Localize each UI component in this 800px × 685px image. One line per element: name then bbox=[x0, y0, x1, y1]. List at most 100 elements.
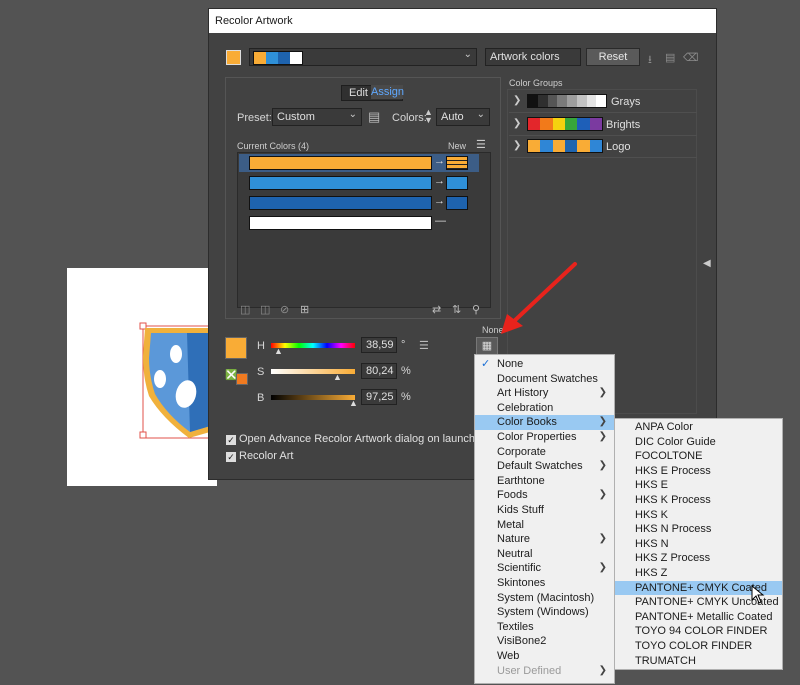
menu-item[interactable]: HKS E Process bbox=[615, 464, 782, 479]
current-color-swatch[interactable] bbox=[249, 156, 432, 170]
menu-item-label: Textiles bbox=[497, 620, 534, 633]
chevron-down-icon: ⌄ bbox=[348, 109, 357, 120]
menu-item[interactable]: TRUMATCH bbox=[615, 654, 782, 669]
color-group-logo[interactable]: ❯ Logo bbox=[509, 136, 697, 158]
shield-artwork[interactable] bbox=[67, 268, 217, 486]
folder-icon[interactable]: ▤ bbox=[665, 51, 675, 64]
menu-item[interactable]: Skintones bbox=[475, 576, 614, 591]
menu-item[interactable]: HKS K Process bbox=[615, 493, 782, 508]
hue-slider[interactable] bbox=[271, 343, 355, 348]
brightness-slider[interactable] bbox=[271, 395, 355, 400]
arrow-right-icon[interactable]: → bbox=[434, 195, 445, 207]
menu-item[interactable]: TOYO COLOR FINDER bbox=[615, 639, 782, 654]
hue-value-field[interactable]: 38,59 bbox=[361, 337, 397, 353]
menu-item[interactable]: Web bbox=[475, 649, 614, 664]
brightness-value-field[interactable]: 97,25 bbox=[361, 389, 397, 405]
find-color-icon[interactable]: ⚲ bbox=[472, 303, 480, 316]
active-color-swatch[interactable] bbox=[226, 50, 241, 65]
menu-item[interactable]: Color Books ❯ bbox=[475, 415, 614, 430]
new-color-swatch[interactable] bbox=[446, 176, 468, 190]
new-row-icon[interactable]: ⊞ bbox=[300, 303, 309, 316]
new-color-swatch[interactable] bbox=[446, 196, 468, 210]
menu-item[interactable]: Earthtone bbox=[475, 474, 614, 489]
randomize-order-icon[interactable]: ⇄ bbox=[432, 303, 441, 316]
color-books-submenu: ANPA Color DIC Color Guide FOCOLTONE HKS E … bbox=[614, 418, 783, 670]
collapse-panel-icon[interactable]: ◀ bbox=[703, 258, 711, 269]
gamut-color-swatch[interactable] bbox=[236, 373, 248, 385]
menu-item[interactable]: ANPA Color bbox=[615, 420, 782, 435]
menu-item[interactable]: Corporate bbox=[475, 445, 614, 460]
saturation-slider-thumb[interactable]: ▲ bbox=[333, 372, 342, 382]
saturation-value-field[interactable]: 80,24 bbox=[361, 363, 397, 379]
no-change-dash-icon[interactable]: — bbox=[435, 215, 446, 227]
menu-item[interactable]: Kids Stuff bbox=[475, 503, 614, 518]
colors-count-dropdown[interactable]: Auto ⌄ bbox=[436, 108, 490, 126]
color-group-brights[interactable]: ❯ Brights bbox=[509, 114, 697, 136]
menu-item[interactable]: DIC Color Guide bbox=[615, 435, 782, 450]
menu-item[interactable]: Scientific ❯ bbox=[475, 561, 614, 576]
preset-options-icon[interactable]: ▤ bbox=[368, 109, 380, 125]
color-group-grays[interactable]: ❯ Grays bbox=[509, 91, 697, 113]
menu-item[interactable]: HKS K bbox=[615, 508, 782, 523]
menu-item[interactable]: Metal bbox=[475, 518, 614, 533]
saturation-slider[interactable] bbox=[271, 369, 355, 374]
menu-item[interactable]: Foods ❯ bbox=[475, 488, 614, 503]
color-group-name-field[interactable]: Artwork colors bbox=[485, 48, 581, 66]
swatch-library-button[interactable]: ▦ bbox=[476, 337, 498, 355]
arrow-right-icon[interactable]: → bbox=[434, 175, 445, 187]
advance-dialog-checkbox[interactable]: ✓ bbox=[226, 435, 236, 445]
current-color-swatch[interactable] bbox=[249, 176, 432, 190]
current-color-swatch[interactable] bbox=[249, 196, 432, 210]
exclude-colors-icon[interactable]: ⊘ bbox=[280, 303, 289, 316]
colors-stepper-icon[interactable]: ▲ ▼ bbox=[424, 108, 433, 125]
separate-colors-icon[interactable]: ◫ bbox=[260, 303, 270, 316]
menu-item[interactable]: HKS E bbox=[615, 478, 782, 493]
menu-item[interactable]: Textiles bbox=[475, 620, 614, 635]
reset-button[interactable]: Reset bbox=[586, 48, 640, 66]
new-color-swatch[interactable] bbox=[446, 156, 468, 170]
menu-item[interactable]: VisiBone2 bbox=[475, 634, 614, 649]
panel-menu-icon[interactable]: ☰ bbox=[476, 138, 486, 151]
menu-item[interactable]: TOYO 94 COLOR FINDER bbox=[615, 624, 782, 639]
merge-colors-icon[interactable]: ◫ bbox=[240, 303, 250, 316]
menu-item[interactable]: HKS Z Process bbox=[615, 551, 782, 566]
menu-item-label: HKS Z Process bbox=[635, 552, 711, 565]
menu-item[interactable]: FOCOLTONE bbox=[615, 449, 782, 464]
menu-item[interactable]: HKS Z bbox=[615, 566, 782, 581]
selected-color-preview[interactable] bbox=[225, 337, 247, 359]
menu-item[interactable]: PANTONE+ Metallic Coated bbox=[615, 610, 782, 625]
menu-item-label: HKS K Process bbox=[635, 494, 711, 506]
menu-item-label: HKS K bbox=[635, 508, 669, 521]
menu-item[interactable]: System (Macintosh) bbox=[475, 591, 614, 606]
menu-item-label: None bbox=[497, 358, 524, 370]
menu-item[interactable]: Nature ❯ bbox=[475, 532, 614, 547]
tab-assign[interactable]: Assign bbox=[371, 85, 404, 99]
menu-item[interactable]: Color Properties ❯ bbox=[475, 430, 614, 445]
harmony-rules-dropdown[interactable]: ⌄ bbox=[249, 48, 477, 66]
recolor-artwork-dialog: Recolor Artwork ⌄ Artwork colors Reset ⭳… bbox=[208, 8, 717, 480]
menu-item[interactable]: HKS N Process bbox=[615, 522, 782, 537]
hsb-menu-icon[interactable]: ☰ bbox=[419, 339, 429, 352]
menu-item-label: Kids Stuff bbox=[497, 504, 544, 516]
menu-item[interactable]: Celebration bbox=[475, 401, 614, 416]
menu-item-label: TRUMATCH bbox=[635, 654, 696, 667]
menu-item[interactable]: Neutral bbox=[475, 547, 614, 562]
menu-item[interactable]: Default Swatches ❯ bbox=[475, 459, 614, 474]
randomize-saturation-icon[interactable]: ⇅ bbox=[452, 303, 461, 316]
trash-icon[interactable]: ⌫ bbox=[683, 51, 699, 64]
arrow-right-icon[interactable]: → bbox=[434, 155, 445, 167]
menu-item[interactable]: System (Windows) bbox=[475, 605, 614, 620]
tab-edit[interactable]: Edit bbox=[349, 87, 368, 99]
hue-slider-thumb[interactable]: ▲ bbox=[274, 346, 283, 356]
preset-dropdown[interactable]: Custom ⌄ bbox=[272, 108, 362, 126]
menu-item[interactable]: HKS N bbox=[615, 537, 782, 552]
colors-label: Colors: bbox=[392, 112, 427, 124]
recolor-art-checkbox[interactable]: ✓ bbox=[226, 452, 236, 462]
brightness-slider-thumb[interactable]: ▲ bbox=[349, 398, 358, 408]
save-group-icon[interactable]: ⭳ bbox=[648, 51, 652, 70]
current-color-swatch[interactable] bbox=[249, 216, 432, 230]
menu-item[interactable]: Document Swatches bbox=[475, 372, 614, 387]
brightness-label: B bbox=[257, 392, 265, 404]
menu-item[interactable]: ✓ None bbox=[475, 357, 614, 372]
menu-item[interactable]: Art History ❯ bbox=[475, 386, 614, 401]
